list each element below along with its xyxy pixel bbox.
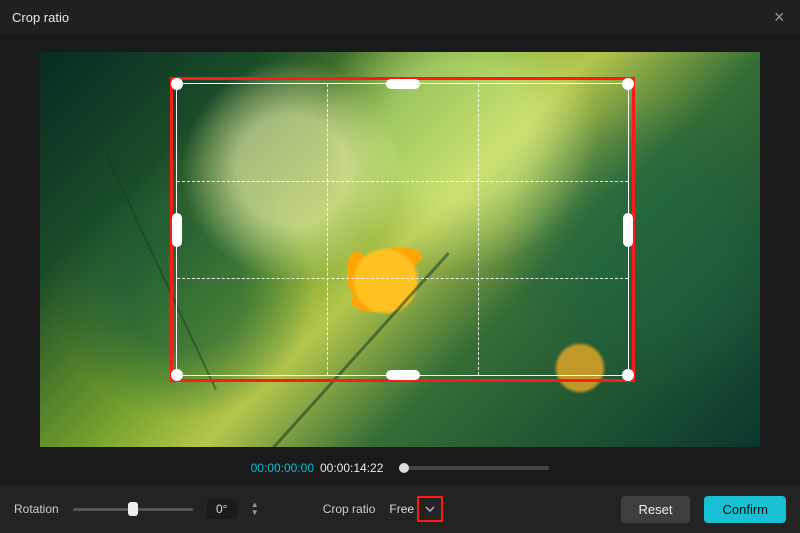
crop-handle-top-right[interactable] (622, 78, 634, 90)
time-current: 00:00:00:00 (251, 461, 314, 475)
time-duration: 00:00:14:22 (320, 461, 383, 475)
crop-ratio-dropdown[interactable]: Free (389, 499, 440, 519)
dialog-title: Crop ratio (12, 10, 69, 25)
crop-ratio-label: Crop ratio (323, 502, 376, 516)
preview-area (0, 34, 800, 455)
crop-handle-bottom-right[interactable] (622, 369, 634, 381)
time-bar: 00:00:00:00 00:00:14:22 (0, 455, 800, 485)
chevron-down-icon[interactable]: ▼ (251, 509, 265, 517)
crop-handle-right[interactable] (623, 213, 633, 247)
rotation-slider-thumb[interactable] (128, 502, 138, 516)
rotation-slider[interactable] (73, 508, 193, 511)
controls-bar: Rotation 0° ▲ ▼ Crop ratio Free Reset Co… (0, 485, 800, 533)
rule-of-thirds-line (177, 278, 628, 279)
crop-ratio-value: Free (389, 502, 414, 516)
timeline-knob[interactable] (399, 463, 409, 473)
confirm-button[interactable]: Confirm (704, 496, 786, 523)
rotation-value: 0° (207, 499, 237, 519)
reset-button[interactable]: Reset (621, 496, 691, 523)
crop-handle-bottom-left[interactable] (171, 369, 183, 381)
titlebar: Crop ratio × (0, 0, 800, 34)
rule-of-thirds-line (478, 84, 479, 375)
crop-ratio-dialog: Crop ratio × 00:00:00:0 (0, 0, 800, 533)
crop-frame[interactable] (176, 83, 629, 376)
crop-handle-bottom[interactable] (386, 370, 420, 380)
rule-of-thirds-line (177, 181, 628, 182)
rule-of-thirds-line (327, 84, 328, 375)
crop-handle-top[interactable] (386, 79, 420, 89)
crop-ratio-chevron[interactable] (420, 499, 440, 519)
video-preview (40, 52, 760, 447)
crop-handle-left[interactable] (172, 213, 182, 247)
rotation-stepper[interactable]: ▲ ▼ (251, 500, 265, 518)
rotation-label: Rotation (14, 502, 59, 516)
crop-handle-top-left[interactable] (171, 78, 183, 90)
timeline-scrubber[interactable] (399, 466, 549, 470)
close-icon[interactable]: × (774, 10, 788, 24)
chevron-down-icon (425, 506, 435, 512)
